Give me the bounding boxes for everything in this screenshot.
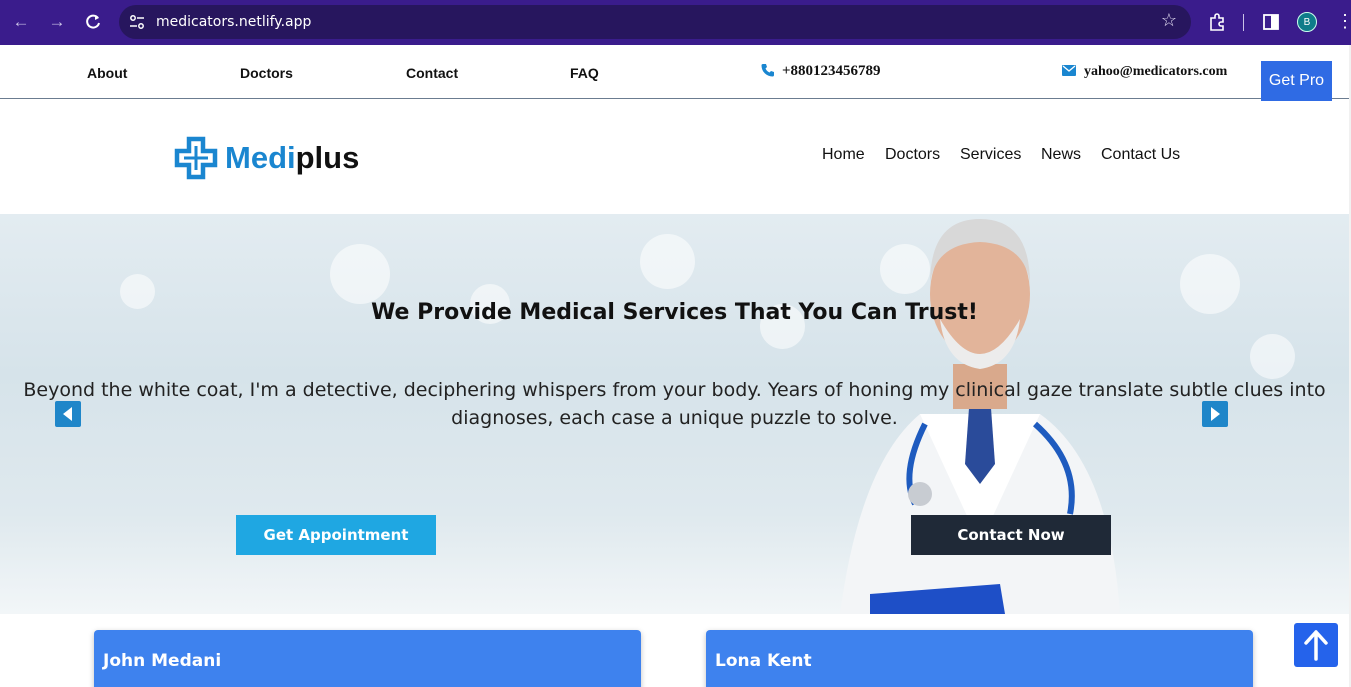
site-header: Mediplus Home Doctors Services News Cont… [0,100,1351,214]
back-arrow-icon[interactable]: ← [10,11,32,33]
nav-contact-us[interactable]: Contact Us [1101,146,1180,164]
url-text[interactable]: medicators.netlify.app [156,14,311,30]
menu-kebab-icon[interactable]: ⋮ [1336,10,1351,32]
hero-description: Beyond the white coat, I'm a detective, … [23,379,1326,429]
slider-next-button[interactable] [1202,401,1228,427]
arrow-up-icon [1304,630,1328,661]
topbar-phone[interactable]: +880123456789 [761,63,881,80]
forward-arrow-icon[interactable]: → [46,11,68,33]
phone-number: +880123456789 [782,63,881,79]
medical-cross-icon [174,136,218,180]
bookmark-star-icon[interactable]: ☆ [1161,10,1177,31]
nav-services[interactable]: Services [960,146,1021,164]
topbar-link-faq[interactable]: FAQ [570,65,599,81]
phone-icon [761,64,774,77]
scroll-to-top-button[interactable] [1294,623,1338,667]
nav-news[interactable]: News [1041,146,1081,164]
contact-now-button[interactable]: Contact Now [911,515,1111,555]
doctor-card[interactable]: John Medani [94,630,641,687]
toolbar-separator [1243,14,1244,31]
bokeh-light [640,234,695,289]
topbar-link-about[interactable]: About [87,65,127,81]
address-bar[interactable]: medicators.netlify.app ☆ [119,5,1191,39]
topbar-link-contact[interactable]: Contact [406,65,458,81]
envelope-icon [1062,65,1076,76]
topbar-link-doctors[interactable]: Doctors [240,65,293,81]
slider-prev-button[interactable] [55,401,81,427]
caret-left-icon [63,407,72,421]
doctor-name: John Medani [103,651,222,671]
hero-title: We Provide Medical Services That You Can… [371,300,978,325]
top-info-bar: About Doctors Contact FAQ +880123456789 … [0,45,1351,99]
doctor-card[interactable]: Lona Kent [706,630,1253,687]
topbar-email[interactable]: yahoo@medicators.com [1062,64,1227,80]
profile-avatar[interactable]: B [1297,12,1317,32]
side-panel-icon[interactable] [1261,12,1281,32]
nav-doctors[interactable]: Doctors [885,146,940,164]
browser-toolbar: ← → medicators.netlify.app ☆ B ⋮ [0,0,1351,45]
get-pro-button[interactable]: Get Pro [1261,61,1332,101]
bokeh-light [1250,334,1295,379]
extensions-icon[interactable] [1207,12,1227,32]
reload-icon[interactable] [82,11,104,33]
caret-right-icon [1211,407,1220,421]
brand-name: Mediplus [225,140,360,175]
nav-home[interactable]: Home [822,146,865,164]
get-appointment-button[interactable]: Get Appointment [236,515,436,555]
site-settings-icon[interactable] [129,14,145,30]
hero-slider: We Provide Medical Services That You Can… [0,214,1349,614]
doctor-name: Lona Kent [715,651,812,671]
email-address: yahoo@medicators.com [1084,64,1228,79]
bokeh-light [330,244,390,304]
